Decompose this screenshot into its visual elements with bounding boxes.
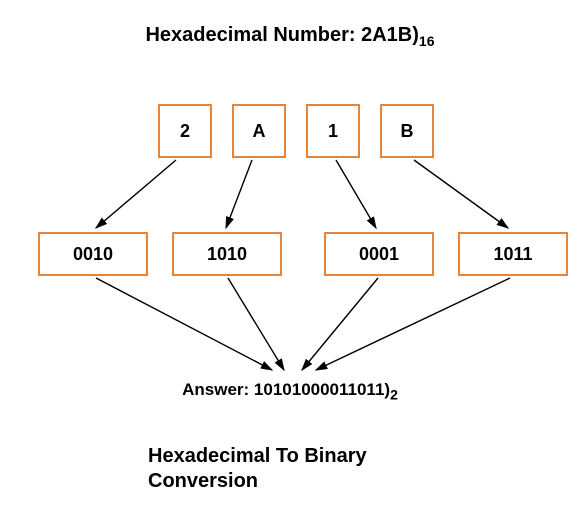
title-subscript: 16: [419, 33, 435, 49]
hex-box-3: B: [380, 104, 434, 158]
arrow-hex2-bin2: [336, 160, 376, 228]
hex-box-1: A: [232, 104, 286, 158]
answer: Answer: 10101000011011)2: [0, 380, 580, 402]
answer-subscript: 2: [390, 386, 398, 402]
bin-box-1: 1010: [172, 232, 282, 276]
bin-box-2: 0001: [324, 232, 434, 276]
footer-title: Hexadecimal To Binary Conversion: [148, 444, 428, 494]
answer-text: Answer: 10101000011011): [182, 380, 390, 399]
arrow-bin2-answer: [302, 278, 378, 370]
bin-box-0: 0010: [38, 232, 148, 276]
arrow-hex3-bin3: [414, 160, 508, 228]
arrow-bin0-answer: [96, 278, 272, 370]
arrow-bin1-answer: [228, 278, 284, 370]
arrow-hex0-bin0: [96, 160, 176, 228]
arrow-hex1-bin1: [226, 160, 252, 228]
title-text: Hexadecimal Number: 2A1B): [145, 24, 418, 46]
hex-box-0: 2: [158, 104, 212, 158]
arrow-bin3-answer: [316, 278, 510, 370]
title: Hexadecimal Number: 2A1B)16: [0, 24, 580, 49]
hex-box-2: 1: [306, 104, 360, 158]
bin-box-3: 1011: [458, 232, 568, 276]
